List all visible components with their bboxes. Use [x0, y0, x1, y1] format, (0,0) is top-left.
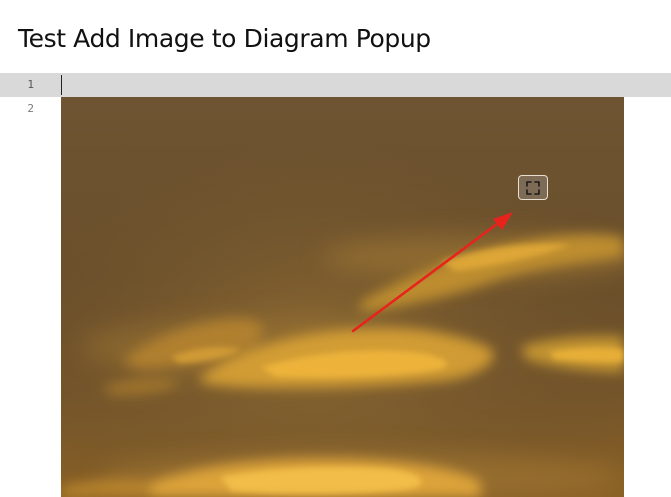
text-cursor — [61, 75, 62, 95]
sunset-clouds-image — [61, 97, 624, 497]
fullscreen-button[interactable] — [518, 175, 548, 200]
page: Test Add Image to Diagram Popup 1 2 — [0, 0, 671, 497]
line-number-2: 2 — [27, 102, 34, 115]
expand-icon — [526, 180, 540, 195]
embedded-image[interactable] — [61, 97, 624, 497]
line-number-1: 1 — [27, 78, 34, 91]
page-title: Test Add Image to Diagram Popup — [18, 24, 431, 53]
active-line-highlight — [0, 73, 671, 97]
code-editor[interactable]: 1 2 — [0, 73, 671, 497]
